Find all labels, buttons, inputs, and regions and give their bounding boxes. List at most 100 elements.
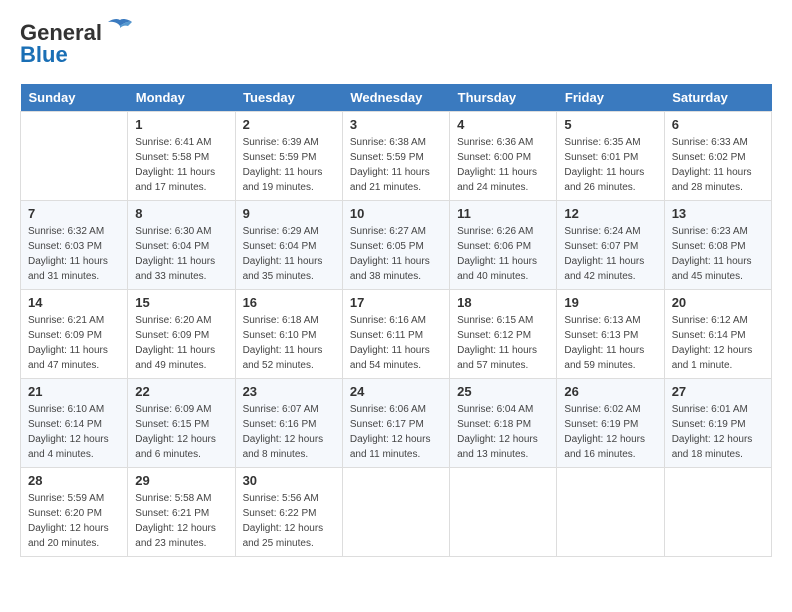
day-number: 10 <box>350 206 442 221</box>
calendar-week-row: 21Sunrise: 6:10 AMSunset: 6:14 PMDayligh… <box>21 379 772 468</box>
cell-info: Sunrise: 6:39 AMSunset: 5:59 PMDaylight:… <box>243 135 335 195</box>
cell-info: Sunrise: 5:59 AMSunset: 6:20 PMDaylight:… <box>28 491 120 551</box>
day-number: 18 <box>457 295 549 310</box>
day-number: 4 <box>457 117 549 132</box>
day-header-thursday: Thursday <box>450 84 557 112</box>
cell-info: Sunrise: 6:02 AMSunset: 6:19 PMDaylight:… <box>564 402 656 462</box>
logo-bird-icon <box>106 18 134 40</box>
calendar-cell: 24 Sunrise: 6:06 AMSunset: 6:17 PMDayligh… <box>342 379 449 468</box>
page-header: General Blue <box>20 20 772 68</box>
calendar-cell: 19 Sunrise: 6:13 AMSunset: 6:13 PMDayligh… <box>557 290 664 379</box>
day-number: 3 <box>350 117 442 132</box>
calendar-body: 1 Sunrise: 6:41 AMSunset: 5:58 PMDaylight… <box>21 112 772 557</box>
cell-info: Sunrise: 5:56 AMSunset: 6:22 PMDaylight:… <box>243 491 335 551</box>
day-number: 14 <box>28 295 120 310</box>
cell-info: Sunrise: 6:33 AMSunset: 6:02 PMDaylight:… <box>672 135 764 195</box>
day-number: 2 <box>243 117 335 132</box>
day-number: 24 <box>350 384 442 399</box>
day-number: 29 <box>135 473 227 488</box>
day-number: 1 <box>135 117 227 132</box>
calendar-cell: 2 Sunrise: 6:39 AMSunset: 5:59 PMDaylight… <box>235 112 342 201</box>
cell-info: Sunrise: 6:01 AMSunset: 6:19 PMDaylight:… <box>672 402 764 462</box>
day-number: 30 <box>243 473 335 488</box>
day-number: 9 <box>243 206 335 221</box>
day-number: 7 <box>28 206 120 221</box>
calendar-cell: 17Sunrise: 6:16 AMSunset: 6:11 PMDayligh… <box>342 290 449 379</box>
cell-info: Sunrise: 6:16 AMSunset: 6:11 PMDaylight:… <box>350 313 442 373</box>
cell-info: Sunrise: 6:10 AMSunset: 6:14 PMDaylight:… <box>28 402 120 462</box>
calendar-cell <box>21 112 128 201</box>
calendar-cell: 20Sunrise: 6:12 AMSunset: 6:14 PMDayligh… <box>664 290 771 379</box>
calendar-cell: 10 Sunrise: 6:27 AMSunset: 6:05 PMDayligh… <box>342 201 449 290</box>
calendar-cell: 14 Sunrise: 6:21 AMSunset: 6:09 PMDayligh… <box>21 290 128 379</box>
day-number: 27 <box>672 384 764 399</box>
cell-info: Sunrise: 6:27 AMSunset: 6:05 PMDaylight:… <box>350 224 442 284</box>
calendar-cell <box>450 468 557 557</box>
cell-info: Sunrise: 6:36 AMSunset: 6:00 PMDaylight:… <box>457 135 549 195</box>
day-number: 26 <box>564 384 656 399</box>
cell-info: Sunrise: 6:26 AMSunset: 6:06 PMDaylight:… <box>457 224 549 284</box>
calendar-cell: 12 Sunrise: 6:24 AMSunset: 6:07 PMDayligh… <box>557 201 664 290</box>
calendar-cell <box>342 468 449 557</box>
logo-blue-text: Blue <box>20 42 68 68</box>
cell-info: Sunrise: 6:21 AMSunset: 6:09 PMDaylight:… <box>28 313 120 373</box>
day-number: 23 <box>243 384 335 399</box>
cell-info: Sunrise: 6:41 AMSunset: 5:58 PMDaylight:… <box>135 135 227 195</box>
cell-info: Sunrise: 6:30 AMSunset: 6:04 PMDaylight:… <box>135 224 227 284</box>
calendar-cell: 29 Sunrise: 5:58 AMSunset: 6:21 PMDayligh… <box>128 468 235 557</box>
day-number: 19 <box>564 295 656 310</box>
cell-info: Sunrise: 6:18 AMSunset: 6:10 PMDaylight:… <box>243 313 335 373</box>
cell-info: Sunrise: 6:35 AMSunset: 6:01 PMDaylight:… <box>564 135 656 195</box>
cell-info: Sunrise: 6:32 AMSunset: 6:03 PMDaylight:… <box>28 224 120 284</box>
calendar-cell: 16 Sunrise: 6:18 AMSunset: 6:10 PMDayligh… <box>235 290 342 379</box>
cell-info: Sunrise: 6:24 AMSunset: 6:07 PMDaylight:… <box>564 224 656 284</box>
day-header-sunday: Sunday <box>21 84 128 112</box>
calendar-table: SundayMondayTuesdayWednesdayThursdayFrid… <box>20 84 772 557</box>
calendar-cell: 21Sunrise: 6:10 AMSunset: 6:14 PMDayligh… <box>21 379 128 468</box>
day-number: 5 <box>564 117 656 132</box>
calendar-cell: 11 Sunrise: 6:26 AMSunset: 6:06 PMDayligh… <box>450 201 557 290</box>
day-number: 12 <box>564 206 656 221</box>
calendar-cell: 22Sunrise: 6:09 AMSunset: 6:15 PMDayligh… <box>128 379 235 468</box>
day-header-tuesday: Tuesday <box>235 84 342 112</box>
day-header-friday: Friday <box>557 84 664 112</box>
calendar-cell: 4 Sunrise: 6:36 AMSunset: 6:00 PMDaylight… <box>450 112 557 201</box>
calendar-cell: 6 Sunrise: 6:33 AMSunset: 6:02 PMDaylight… <box>664 112 771 201</box>
cell-info: Sunrise: 6:13 AMSunset: 6:13 PMDaylight:… <box>564 313 656 373</box>
calendar-cell: 1 Sunrise: 6:41 AMSunset: 5:58 PMDaylight… <box>128 112 235 201</box>
calendar-cell <box>664 468 771 557</box>
calendar-week-row: 28Sunrise: 5:59 AMSunset: 6:20 PMDayligh… <box>21 468 772 557</box>
day-number: 25 <box>457 384 549 399</box>
day-number: 13 <box>672 206 764 221</box>
cell-info: Sunrise: 6:07 AMSunset: 6:16 PMDaylight:… <box>243 402 335 462</box>
day-number: 22 <box>135 384 227 399</box>
calendar-cell: 13 Sunrise: 6:23 AMSunset: 6:08 PMDayligh… <box>664 201 771 290</box>
cell-info: Sunrise: 6:23 AMSunset: 6:08 PMDaylight:… <box>672 224 764 284</box>
cell-info: Sunrise: 5:58 AMSunset: 6:21 PMDaylight:… <box>135 491 227 551</box>
calendar-cell: 27 Sunrise: 6:01 AMSunset: 6:19 PMDayligh… <box>664 379 771 468</box>
cell-info: Sunrise: 6:12 AMSunset: 6:14 PMDaylight:… <box>672 313 764 373</box>
calendar-cell: 8Sunrise: 6:30 AMSunset: 6:04 PMDaylight… <box>128 201 235 290</box>
calendar-cell <box>557 468 664 557</box>
day-header-saturday: Saturday <box>664 84 771 112</box>
calendar-cell: 5 Sunrise: 6:35 AMSunset: 6:01 PMDaylight… <box>557 112 664 201</box>
calendar-cell: 9Sunrise: 6:29 AMSunset: 6:04 PMDaylight… <box>235 201 342 290</box>
calendar-cell: 26 Sunrise: 6:02 AMSunset: 6:19 PMDayligh… <box>557 379 664 468</box>
calendar-week-row: 7 Sunrise: 6:32 AMSunset: 6:03 PMDaylight… <box>21 201 772 290</box>
cell-info: Sunrise: 6:06 AMSunset: 6:17 PMDaylight:… <box>350 402 442 462</box>
cell-info: Sunrise: 6:38 AMSunset: 5:59 PMDaylight:… <box>350 135 442 195</box>
cell-info: Sunrise: 6:20 AMSunset: 6:09 PMDaylight:… <box>135 313 227 373</box>
calendar-cell: 18Sunrise: 6:15 AMSunset: 6:12 PMDayligh… <box>450 290 557 379</box>
calendar-header-row: SundayMondayTuesdayWednesdayThursdayFrid… <box>21 84 772 112</box>
calendar-cell: 30 Sunrise: 5:56 AMSunset: 6:22 PMDayligh… <box>235 468 342 557</box>
day-number: 16 <box>243 295 335 310</box>
day-number: 6 <box>672 117 764 132</box>
calendar-cell: 3 Sunrise: 6:38 AMSunset: 5:59 PMDaylight… <box>342 112 449 201</box>
day-number: 11 <box>457 206 549 221</box>
day-header-wednesday: Wednesday <box>342 84 449 112</box>
logo: General Blue <box>20 20 134 68</box>
calendar-week-row: 1 Sunrise: 6:41 AMSunset: 5:58 PMDaylight… <box>21 112 772 201</box>
day-number: 15 <box>135 295 227 310</box>
day-header-monday: Monday <box>128 84 235 112</box>
calendar-cell: 28Sunrise: 5:59 AMSunset: 6:20 PMDayligh… <box>21 468 128 557</box>
